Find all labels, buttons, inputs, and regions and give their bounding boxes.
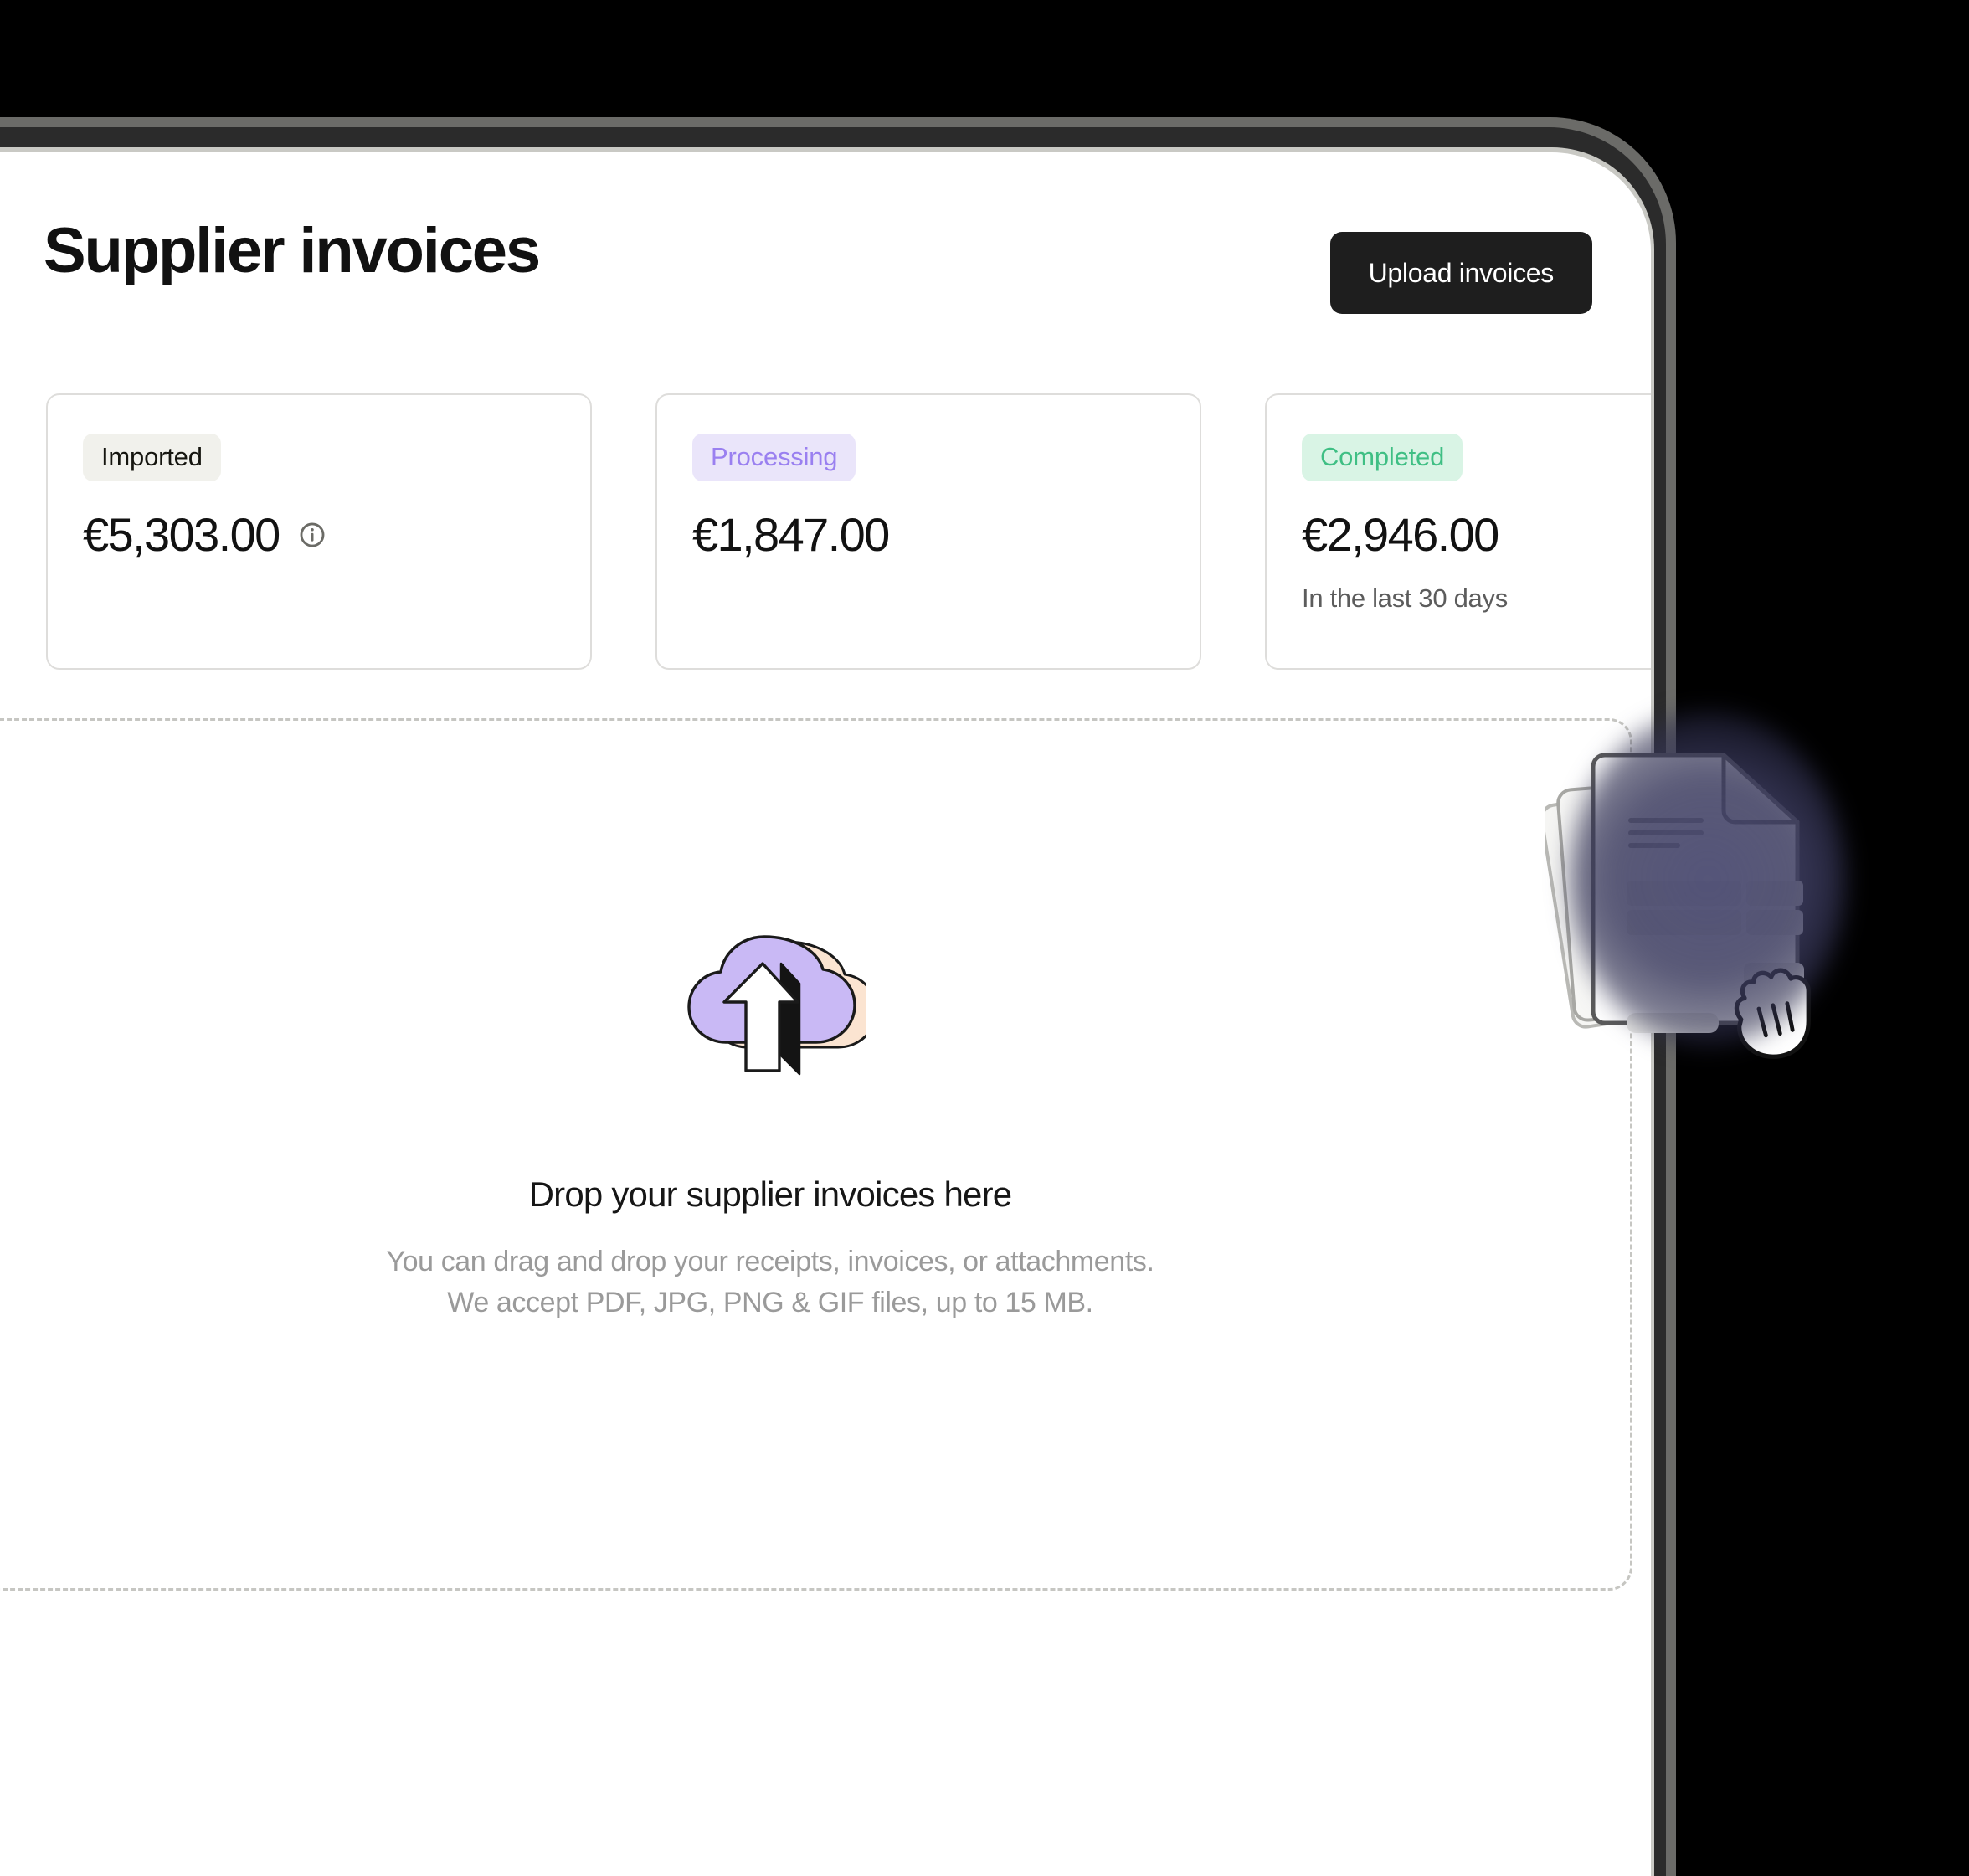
dropzone-title: Drop your supplier invoices here (528, 1174, 1013, 1214)
info-icon[interactable] (298, 521, 326, 549)
drag-glow (1570, 712, 1846, 1046)
status-badge-imported: Imported (83, 434, 221, 481)
stat-subtitle-completed: In the last 30 days (1302, 583, 1508, 613)
dropzone-content: Drop your supplier invoices here You can… (0, 927, 1630, 1324)
stat-amount-imported: €5,303.00 (83, 507, 280, 561)
stat-card-processing[interactable]: Processing €1,847.00 (655, 393, 1201, 670)
stat-card-imported[interactable]: Imported €5,303.00 (46, 393, 592, 670)
stat-amount-row: €2,946.00 (1302, 511, 1651, 558)
stat-amount-completed: €2,946.00 (1302, 507, 1499, 561)
page-title: Supplier invoices (44, 215, 541, 286)
page-header: Supplier invoices Upload invoices (44, 219, 1592, 328)
invoice-dropzone[interactable]: Drop your supplier invoices here You can… (0, 718, 1632, 1591)
stats-row: Imported €5,303.00 Processing €1,847.00 … (46, 393, 1651, 678)
stat-amount-row: €1,847.00 (692, 511, 1164, 558)
dropzone-subtitle-line2: We accept PDF, JPG, PNG & GIF files, up … (447, 1287, 1093, 1319)
screenshot-root: Supplier invoices Upload invoices Import… (0, 0, 1969, 1876)
stat-card-completed[interactable]: Completed €2,946.00 In the last 30 days (1265, 393, 1651, 670)
cloud-upload-icon (687, 935, 866, 1076)
upload-invoices-button[interactable]: Upload invoices (1329, 232, 1592, 314)
stat-amount-row: €5,303.00 (83, 511, 555, 558)
dragged-invoice-documents (1540, 703, 1896, 1088)
stat-amount-processing: €1,847.00 (692, 507, 890, 561)
status-badge-processing: Processing (692, 434, 856, 481)
device-screen: Supplier invoices Upload invoices Import… (0, 152, 1651, 1876)
app-page: Supplier invoices Upload invoices Import… (0, 152, 1651, 1876)
status-badge-completed: Completed (1302, 434, 1463, 481)
dropzone-subtitle-line1: You can drag and drop your receipts, inv… (386, 1246, 1154, 1277)
